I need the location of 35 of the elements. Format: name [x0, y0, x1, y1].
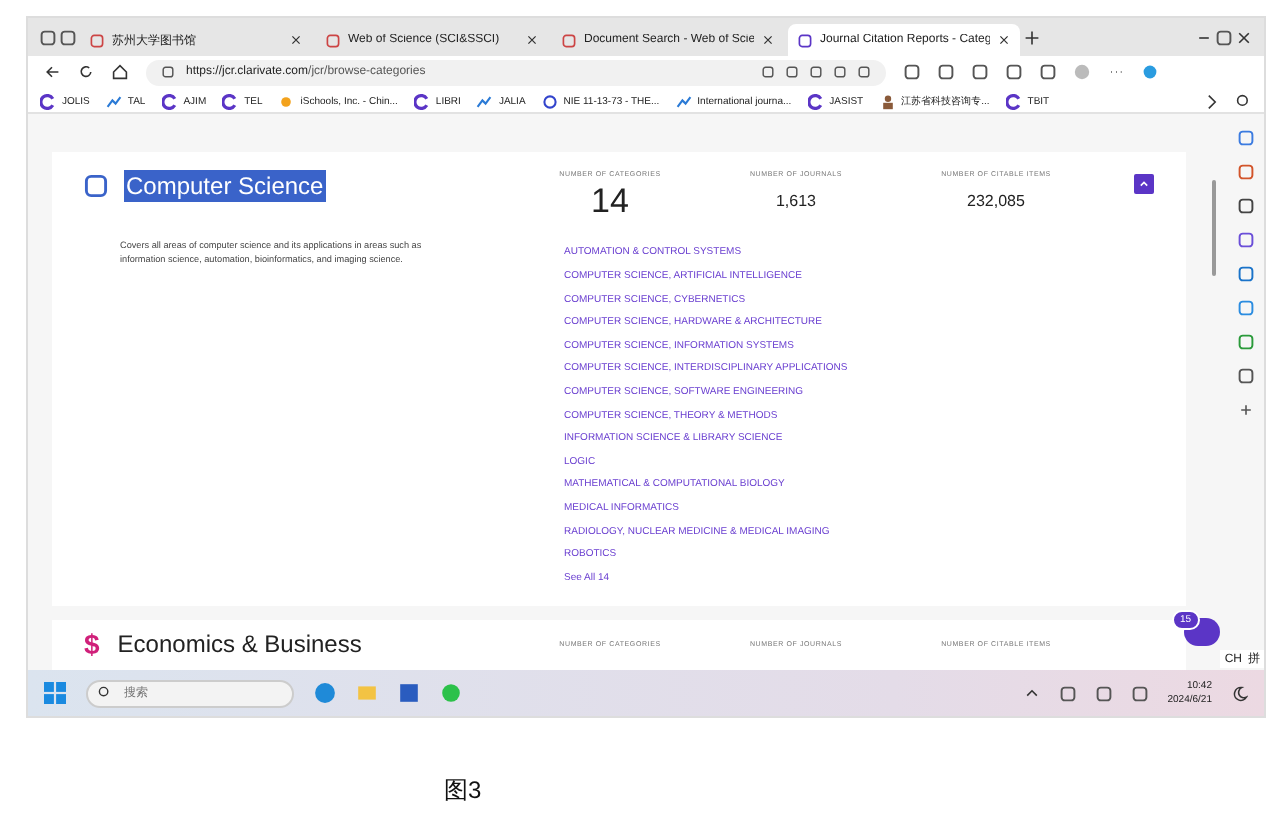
add-icon[interactable]	[1238, 402, 1254, 419]
c-logo-icon[interactable]	[161, 93, 178, 110]
c-logo-icon[interactable]	[1005, 93, 1022, 110]
search-icon[interactable]	[1236, 93, 1252, 110]
collapse-button[interactable]	[1134, 174, 1154, 195]
chevron-up-icon[interactable]	[1023, 685, 1040, 702]
stat-value: 232,085	[967, 192, 1025, 211]
category-title: Computer Science	[124, 170, 326, 203]
c-logo-icon[interactable]	[413, 93, 430, 110]
back-icon[interactable]	[44, 64, 60, 81]
globe-icon[interactable]	[541, 93, 558, 110]
chevron-right-icon[interactable]	[1204, 93, 1220, 110]
refresh-icon[interactable]	[78, 64, 94, 81]
new-tab-icon[interactable]	[1024, 29, 1040, 45]
dollar-symbol: $	[84, 628, 100, 661]
stat-value: 14	[591, 182, 629, 223]
c-logo-icon[interactable]	[40, 93, 56, 110]
moon-icon[interactable]	[1232, 685, 1248, 702]
person-icon[interactable]	[879, 93, 896, 110]
category-title: Economics & Business	[115, 628, 364, 661]
close-icon[interactable]	[998, 34, 1010, 46]
c-logo-icon[interactable]	[222, 93, 239, 110]
figure-caption: 图3	[444, 774, 482, 808]
search-icon	[98, 686, 112, 701]
home-icon[interactable]	[112, 64, 128, 81]
close-icon[interactable]	[290, 34, 302, 46]
close-icon[interactable]	[526, 34, 538, 46]
stat-value: 1,613	[775, 192, 817, 211]
chart-icon[interactable]	[105, 93, 122, 110]
chart-icon[interactable]	[675, 93, 692, 110]
c-logo-icon[interactable]	[807, 93, 824, 110]
close-icon[interactable]	[1236, 29, 1252, 45]
chart-icon[interactable]	[476, 93, 493, 110]
close-icon[interactable]	[762, 34, 774, 46]
windows-start-icon[interactable]	[44, 682, 66, 705]
